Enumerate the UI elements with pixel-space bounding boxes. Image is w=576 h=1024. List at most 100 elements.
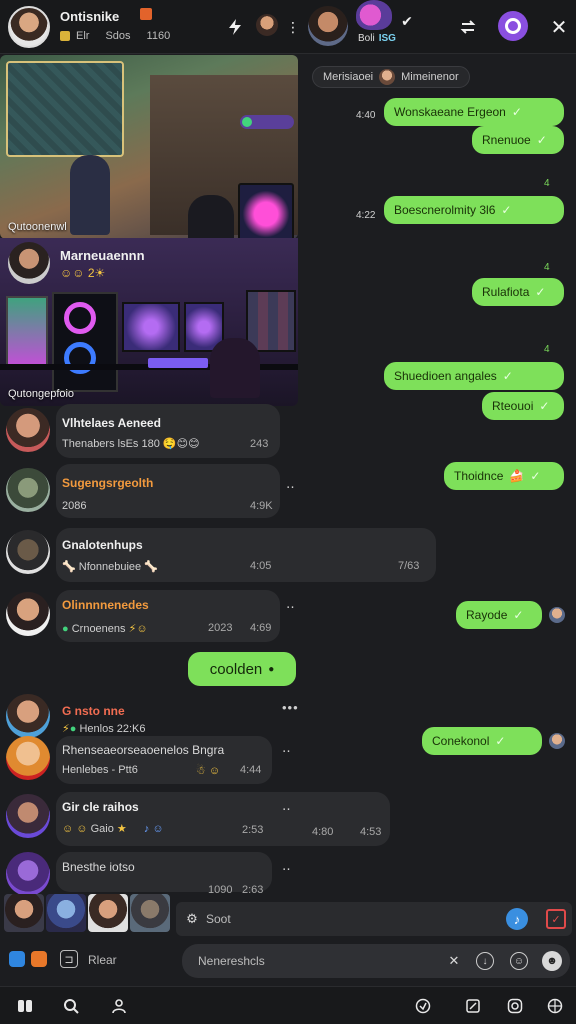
emoji-icon[interactable]: ☺: [510, 952, 528, 970]
sender-avatar[interactable]: [6, 408, 50, 452]
outgoing-message[interactable]: Conekonol ✓: [422, 727, 542, 755]
search-text: Soot: [206, 912, 231, 926]
attach-icon[interactable]: ⊐: [60, 950, 78, 968]
message-time: 2:53: [242, 824, 264, 836]
sticker-picker-icon[interactable]: ☻: [542, 951, 562, 971]
close-icon[interactable]: ✕: [444, 951, 464, 971]
sticker-icon: ⚡: [62, 723, 70, 735]
contact-mini-avatar[interactable]: [256, 14, 278, 36]
outgoing-message[interactable]: Rulafiota ✓: [472, 278, 564, 306]
sender-name: Gnalotenhups: [62, 538, 143, 552]
app-icon-blue[interactable]: [8, 950, 26, 968]
sender-name: Gir cle raihos: [62, 800, 139, 814]
contact-name-line: Boli ISG: [358, 33, 396, 44]
more-options-icon[interactable]: •••: [282, 700, 299, 715]
profile-icon[interactable]: [108, 995, 130, 1017]
outgoing-message[interactable]: Rnenuoe ✓: [472, 126, 564, 154]
sticker-icon: ⚡☺: [128, 623, 148, 635]
outgoing-message[interactable]: Rteouoi ✓: [482, 392, 564, 420]
record-button[interactable]: [498, 11, 528, 41]
participant-thumb[interactable]: [4, 894, 44, 932]
more-options-icon[interactable]: ‥: [282, 858, 292, 874]
group-avatar[interactable]: [356, 0, 392, 30]
sender-avatar: [8, 242, 50, 284]
message-text: ● Crnoenens ⚡☺: [62, 623, 148, 635]
close-icon[interactable]: ✕: [546, 14, 572, 40]
sender-avatar[interactable]: [6, 794, 50, 838]
participant-strip: [4, 894, 172, 934]
message-input-placeholder: Nenereshcls: [198, 954, 265, 968]
profile-avatar[interactable]: [8, 6, 50, 48]
outgoing-message-center[interactable]: coolden ●: [188, 652, 296, 686]
search-icon[interactable]: [60, 995, 82, 1017]
app-icon-orange[interactable]: [30, 950, 48, 968]
mention-chip[interactable]: Merisiaoei Mimeinenor: [312, 66, 470, 88]
message-input[interactable]: Nenereshcls ✕ ↓ ☺ ☻: [182, 944, 570, 978]
participant-thumb[interactable]: [46, 894, 86, 932]
participant-thumb[interactable]: [88, 894, 128, 932]
camera-icon[interactable]: [504, 995, 526, 1017]
emoji-reactions: 🤤😊😊: [162, 438, 200, 450]
swap-icon[interactable]: [455, 14, 481, 40]
outgoing-message[interactable]: Boescnerolmity 3l6 ✓: [384, 196, 564, 224]
message-time: 4:53: [360, 826, 382, 838]
incoming-message[interactable]: [56, 528, 436, 582]
report-icon[interactable]: ✓: [546, 909, 566, 929]
read-check-icon: ✓: [495, 734, 506, 748]
subtitle-label-1: Elr: [76, 30, 90, 42]
message-time: 4:22: [356, 210, 376, 221]
message-time: 1090: [208, 884, 233, 896]
chats-icon[interactable]: [14, 995, 36, 1017]
shared-image-setup[interactable]: Marneuaennn ☺☺ 2☀ Qutongepfoio: [0, 238, 298, 406]
delivery-mark: 4: [544, 178, 550, 189]
read-check-icon: ✓: [535, 285, 546, 299]
verified-check-icon: ✔: [401, 12, 413, 29]
message-text: 🦴 Nfonnebuiee 🦴: [62, 561, 158, 573]
read-check-icon: ✓: [539, 399, 550, 413]
outgoing-message[interactable]: Wonskaeane Ergeon ✓: [384, 98, 564, 126]
message-text: Thenabers lsEs 180 🤤😊😊: [62, 438, 200, 450]
globe-icon[interactable]: [544, 995, 566, 1017]
voice-icon[interactable]: ♪: [506, 908, 528, 930]
sender-avatar[interactable]: [6, 852, 50, 896]
calls-icon[interactable]: [412, 995, 434, 1017]
search-bar[interactable]: ⚙ Soot ♪ ✓: [176, 902, 572, 936]
outgoing-message[interactable]: Thoidnce 🍰 ✓: [444, 462, 564, 490]
more-vert-icon[interactable]: ⋮: [280, 14, 306, 40]
read-check-icon: ✓: [536, 133, 547, 147]
message-text: ⚡● Henlos 22:K6: [62, 723, 146, 735]
sender-avatar[interactable]: [6, 530, 50, 574]
message-time: 4:05: [250, 560, 272, 572]
chat-subtitle: Elr Sdos 1160: [60, 30, 170, 42]
contact-avatar[interactable]: [308, 6, 348, 46]
outgoing-message[interactable]: Shuedioen angales ✓: [384, 362, 564, 390]
more-options-icon[interactable]: ‥: [286, 596, 296, 612]
status-badge: [140, 8, 152, 20]
sender-avatar[interactable]: [6, 592, 50, 636]
compose-icon[interactable]: [462, 995, 484, 1017]
message-text: ☺ ☺ Gaio ★ ♪ ☺: [62, 823, 164, 835]
sticker-icon[interactable]: ⚙: [182, 909, 202, 929]
timer-icon[interactable]: ↓: [476, 952, 494, 970]
more-options-icon[interactable]: ‥: [282, 740, 292, 756]
incoming-message[interactable]: [56, 464, 280, 518]
more-options-icon[interactable]: ‥: [286, 476, 296, 492]
more-options-icon[interactable]: ‥: [282, 798, 292, 814]
sender-name: Vlhtelaes Aeneed: [62, 416, 161, 430]
outgoing-message[interactable]: Rayode ✓: [456, 601, 542, 629]
member-count: 1160: [146, 30, 171, 42]
participant-thumb[interactable]: [130, 894, 170, 932]
media-emoji: ☺☺ 2☀: [60, 266, 106, 280]
shared-image-game[interactable]: Qutoonenwl: [0, 55, 298, 239]
sender-avatar[interactable]: [6, 694, 50, 738]
delivery-mark: 4: [544, 344, 550, 355]
sender-name: Rhenseaeorseaoenelos Bngra: [62, 743, 225, 757]
media-title: Marneuaennn: [60, 248, 145, 263]
bolt-icon[interactable]: [222, 14, 248, 40]
sticker-icon: ☃ ☺: [196, 765, 221, 777]
sender-avatar[interactable]: [6, 468, 50, 512]
live-pill: [240, 115, 294, 129]
seen-avatar: [549, 607, 565, 623]
sender-avatar[interactable]: [6, 736, 50, 780]
read-check-icon: ✓: [530, 469, 541, 483]
